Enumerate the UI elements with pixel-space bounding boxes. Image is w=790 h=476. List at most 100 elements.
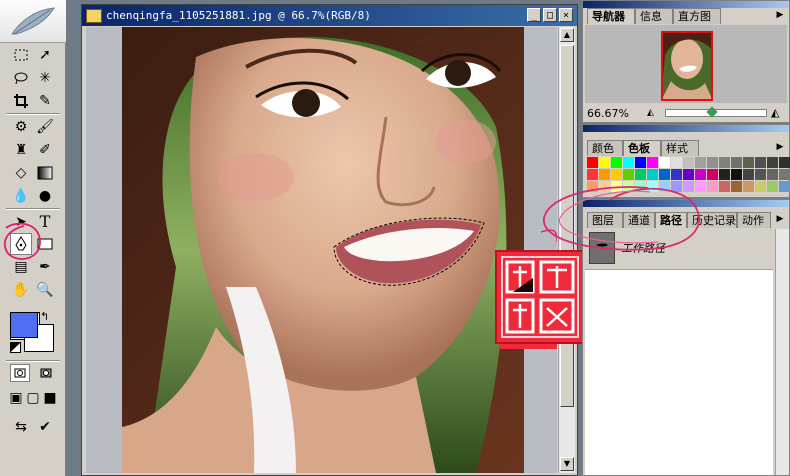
- color-swatch[interactable]: [779, 181, 790, 192]
- screen-mode-standard-icon[interactable]: ▣: [8, 390, 24, 406]
- clone-stamp-icon[interactable]: ♜: [10, 139, 32, 161]
- brush-icon[interactable]: 🖌: [34, 116, 56, 138]
- navigator-preview-area: [585, 25, 787, 103]
- color-swatch[interactable]: [683, 157, 694, 168]
- dodge-icon[interactable]: ●: [34, 185, 56, 207]
- color-swatch[interactable]: [779, 157, 790, 168]
- screen-mode-full-icon[interactable]: ■: [42, 390, 58, 406]
- tab-color[interactable]: 颜色: [587, 140, 623, 156]
- scroll-down-icon[interactable]: ▼: [560, 457, 574, 471]
- color-swatch[interactable]: [767, 157, 778, 168]
- standard-mode-icon[interactable]: [10, 364, 30, 382]
- panel-menu-icon[interactable]: ▶: [773, 212, 787, 226]
- eraser-icon[interactable]: ◇: [10, 162, 32, 184]
- color-swatch[interactable]: [707, 157, 718, 168]
- document-file-icon: [86, 9, 102, 23]
- zoom-slider[interactable]: [665, 106, 767, 118]
- color-swatch[interactable]: [647, 157, 658, 168]
- color-swatch[interactable]: [611, 157, 622, 168]
- tab-info[interactable]: 信息: [635, 8, 673, 24]
- swap-colors-icon[interactable]: ↰: [40, 310, 49, 323]
- eyedropper-icon[interactable]: ✒: [34, 256, 56, 278]
- color-swatch[interactable]: [767, 181, 778, 192]
- color-swatch[interactable]: [731, 169, 742, 180]
- jump-to-imageready-icon[interactable]: ⇆: [10, 416, 32, 438]
- zoom-out-icon[interactable]: ◭: [647, 109, 657, 118]
- annotation-loop-icon: [543, 186, 700, 251]
- navigator-panel-grip[interactable]: [583, 1, 789, 8]
- healing-brush-icon[interactable]: ⚙: [10, 116, 32, 138]
- move-tool-icon[interactable]: ➚: [34, 44, 56, 66]
- navigator-thumbnail[interactable]: [661, 31, 713, 101]
- blur-icon[interactable]: 💧: [10, 185, 32, 207]
- document-window: chenqingfa_1105251881.jpg @ 66.7%(RGB/8)…: [81, 4, 578, 476]
- paths-list: 工作路径: [585, 229, 773, 475]
- color-swatch[interactable]: [623, 157, 634, 168]
- zoom-slider-thumb[interactable]: [706, 106, 718, 118]
- color-swatch[interactable]: [719, 169, 730, 180]
- notes-icon[interactable]: ▤: [10, 256, 32, 278]
- color-swatch[interactable]: [731, 157, 742, 168]
- panel-menu-icon[interactable]: ▶: [773, 8, 787, 22]
- hand-tool-icon[interactable]: ✋: [10, 279, 32, 301]
- tab-actions[interactable]: 动作: [737, 212, 771, 228]
- screen-mode-full-menu-icon[interactable]: ▢: [25, 390, 41, 406]
- color-swatch[interactable]: [695, 157, 706, 168]
- feather-logo-icon: [11, 7, 55, 35]
- seal-stamp-icon: [495, 250, 585, 344]
- color-panel-grip[interactable]: [583, 125, 789, 132]
- color-swatch[interactable]: [719, 157, 730, 168]
- navigator-zoom-row: 66.67% ◭ ◭: [585, 104, 787, 122]
- color-swatch[interactable]: [743, 157, 754, 168]
- tab-navigator[interactable]: 导航器: [587, 8, 635, 24]
- history-brush-icon[interactable]: ✐: [34, 139, 56, 161]
- color-swatch[interactable]: [755, 169, 766, 180]
- color-swatch[interactable]: [599, 157, 610, 168]
- quick-mask-icon[interactable]: [36, 364, 56, 382]
- tab-swatches[interactable]: 色板: [623, 140, 661, 156]
- layers-scrollbar[interactable]: [775, 229, 789, 475]
- color-swatch[interactable]: [743, 181, 754, 192]
- imageready-icon[interactable]: ✔: [34, 416, 56, 438]
- default-colors-icon[interactable]: [10, 342, 21, 353]
- color-swatch[interactable]: [671, 157, 682, 168]
- color-swatch[interactable]: [767, 169, 778, 180]
- color-swatch[interactable]: [731, 181, 742, 192]
- scroll-up-icon[interactable]: ▲: [560, 28, 574, 42]
- zoom-level[interactable]: 66.67%: [587, 107, 629, 120]
- zoom-tool-icon[interactable]: 🔍: [34, 279, 56, 301]
- foreground-color-front[interactable]: [10, 312, 38, 338]
- color-swatch[interactable]: [635, 157, 646, 168]
- color-swatch[interactable]: [659, 157, 670, 168]
- gradient-icon[interactable]: [34, 162, 56, 184]
- panel-menu-icon[interactable]: ▶: [773, 140, 787, 154]
- rect-marquee-icon[interactable]: [10, 44, 32, 66]
- color-swatch[interactable]: [743, 169, 754, 180]
- crop-icon[interactable]: [10, 90, 32, 112]
- document-title-bar[interactable]: chenqingfa_1105251881.jpg @ 66.7%(RGB/8)…: [82, 5, 577, 26]
- close-button[interactable]: ×: [559, 8, 573, 22]
- color-swatch[interactable]: [779, 169, 790, 180]
- image-canvas[interactable]: [86, 27, 557, 473]
- lasso-icon[interactable]: [10, 67, 32, 89]
- portrait-photo: [122, 27, 557, 473]
- magic-wand-icon[interactable]: ✳: [34, 67, 56, 89]
- color-swatch[interactable]: [587, 157, 598, 168]
- tool-palette-header[interactable]: [0, 0, 66, 43]
- color-swatch[interactable]: [755, 157, 766, 168]
- navigator-panel: 导航器 信息 直方图 ▶ 66.67% ◭ ◭: [582, 0, 790, 123]
- document-title: chenqingfa_1105251881.jpg @ 66.7%(RGB/8): [106, 9, 371, 22]
- tool-separator: [6, 208, 60, 210]
- tool-separator: [6, 113, 60, 115]
- slice-icon[interactable]: ✎: [34, 90, 56, 112]
- tab-styles[interactable]: 样式: [661, 140, 699, 156]
- tool-palette: ➚ ✳ ✎ ⚙ 🖌 ♜ ✐ ◇ 💧 ● ➤ T ▤ ✒ ✋ 🔍 ↰ ▣ ▢ ■ …: [0, 0, 66, 476]
- color-swatch[interactable]: [755, 181, 766, 192]
- color-tabs: 颜色 色板 样式: [583, 140, 789, 156]
- minimize-button[interactable]: _: [527, 8, 541, 22]
- color-swatch[interactable]: [719, 181, 730, 192]
- navigator-tabs: 导航器 信息 直方图: [583, 8, 789, 24]
- tab-histogram[interactable]: 直方图: [673, 8, 721, 24]
- maximize-button[interactable]: □: [543, 8, 557, 22]
- zoom-in-icon[interactable]: ◭: [771, 107, 785, 118]
